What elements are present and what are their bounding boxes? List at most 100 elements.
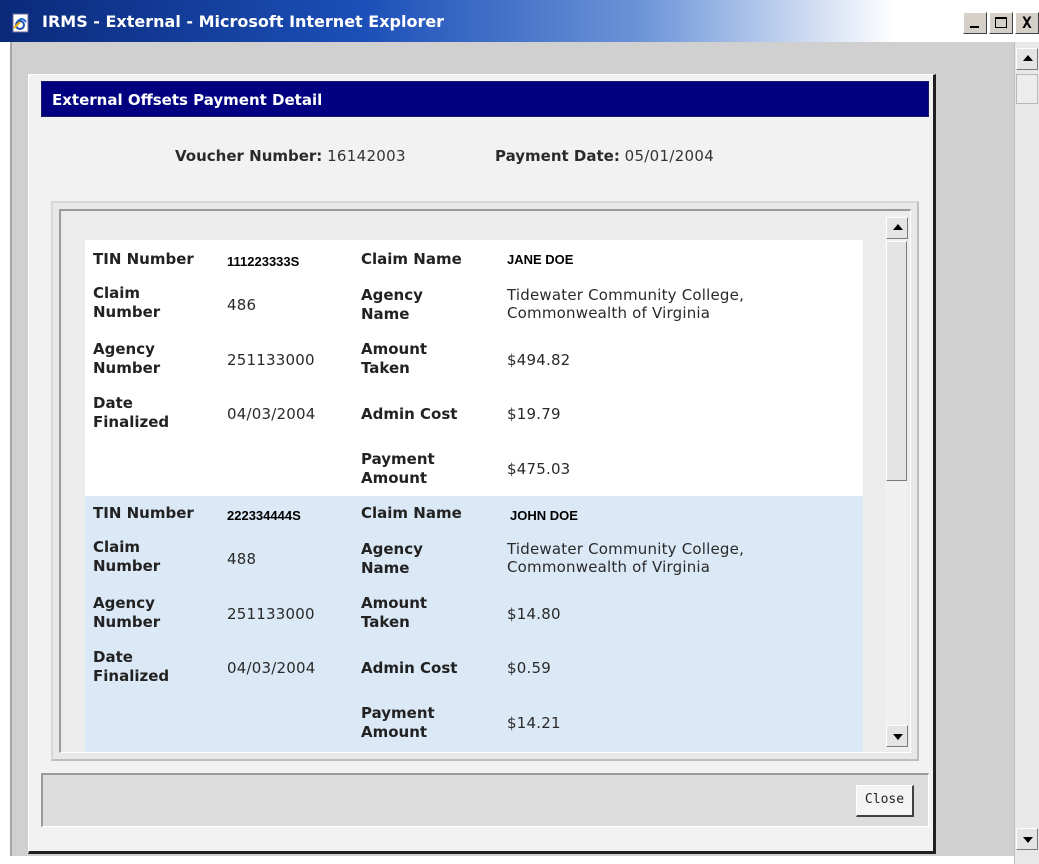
date-finalized-label-line1: Date bbox=[93, 394, 133, 412]
close-window-button[interactable]: X bbox=[1015, 12, 1039, 34]
agency-name-label-line1: Agency bbox=[361, 286, 423, 304]
date-finalized-value: 04/03/2004 bbox=[227, 405, 316, 423]
date-finalized-label-line2: Finalized bbox=[93, 667, 170, 685]
agency-name-line2: Commonwealth of Virginia bbox=[507, 304, 711, 322]
agency-number-value: 251133000 bbox=[227, 605, 315, 623]
scroll-down-arrow-icon bbox=[893, 734, 903, 740]
agency-number-label: Agency Number bbox=[93, 594, 160, 632]
date-finalized-value: 04/03/2004 bbox=[227, 659, 316, 677]
date-finalized-label-line2: Finalized bbox=[93, 413, 170, 431]
records-scroll-up-button[interactable] bbox=[886, 217, 908, 239]
dialog-button-bar: Close bbox=[41, 773, 929, 827]
dialog-header: External Offsets Payment Detail bbox=[41, 81, 929, 117]
claim-number-label: Claim Number bbox=[93, 538, 160, 576]
agency-name-line1: Tidewater Community College, bbox=[507, 540, 745, 558]
payment-detail-dialog: External Offsets Payment Detail Voucher … bbox=[28, 74, 936, 854]
record-row: TIN Number 111223333S Claim Name JANE DO… bbox=[85, 240, 863, 496]
admin-cost-value: $0.59 bbox=[507, 659, 551, 677]
agency-name-value: Tidewater Community College, Commonwealt… bbox=[507, 540, 744, 576]
agency-number-label: Agency Number bbox=[93, 340, 160, 378]
window-titlebar[interactable]: IRMS - External - Microsoft Internet Exp… bbox=[0, 0, 1039, 42]
amount-taken-label-line1: Amount bbox=[361, 594, 428, 612]
tin-label: TIN Number bbox=[93, 250, 194, 268]
claim-number-label-line1: Claim bbox=[93, 538, 141, 556]
claim-number-label: Claim Number bbox=[93, 284, 160, 322]
agency-name-line2: Commonwealth of Virginia bbox=[507, 558, 711, 576]
page-scroll-up-button[interactable] bbox=[1016, 48, 1038, 70]
agency-number-value: 251133000 bbox=[227, 351, 315, 369]
agency-number-label-line2: Number bbox=[93, 359, 161, 377]
amount-taken-label-line2: Taken bbox=[361, 359, 410, 377]
agency-name-line1: Tidewater Community College, bbox=[507, 286, 745, 304]
agency-number-label-line2: Number bbox=[93, 613, 161, 631]
agency-name-label-line2: Name bbox=[361, 305, 410, 323]
claim-name-label: Claim Name bbox=[361, 250, 462, 268]
dialog-title: External Offsets Payment Detail bbox=[52, 91, 323, 109]
claim-number-value: 488 bbox=[227, 550, 257, 568]
claim-name-value: JOHN DOE bbox=[510, 508, 578, 523]
records-scroll-thumb[interactable] bbox=[886, 241, 907, 481]
claim-name-value: JANE DOE bbox=[507, 252, 574, 267]
claim-number-value: 486 bbox=[227, 296, 257, 314]
page-scroll-down-button[interactable] bbox=[1016, 828, 1038, 850]
payment-amount-label: Payment Amount bbox=[361, 704, 435, 742]
payment-amount-label-line1: Payment bbox=[361, 704, 435, 722]
window-controls: X bbox=[961, 12, 1039, 34]
payment-amount-value: $14.21 bbox=[507, 714, 561, 732]
amount-taken-label: Amount Taken bbox=[361, 594, 427, 632]
claim-number-label-line2: Number bbox=[93, 303, 161, 321]
voucher-number-label: Voucher Number: bbox=[175, 147, 323, 165]
page-scrollbar[interactable] bbox=[1014, 42, 1039, 864]
payment-date-value: 05/01/2004 bbox=[624, 147, 715, 165]
agency-number-label-line1: Agency bbox=[93, 340, 155, 358]
maximize-button[interactable] bbox=[989, 12, 1013, 34]
ie-page-icon bbox=[12, 13, 29, 33]
admin-cost-value: $19.79 bbox=[507, 405, 561, 423]
claim-number-label-line2: Number bbox=[93, 557, 161, 575]
amount-taken-label: Amount Taken bbox=[361, 340, 427, 378]
amount-taken-label-line1: Amount bbox=[361, 340, 428, 358]
tin-label: TIN Number bbox=[93, 504, 194, 522]
amount-taken-value: $14.80 bbox=[507, 605, 561, 623]
tin-value: 111223333S bbox=[227, 254, 300, 269]
records-scroll-area[interactable]: TIN Number 111223333S Claim Name JANE DO… bbox=[59, 209, 911, 753]
window-frame-bottom bbox=[0, 856, 1039, 864]
agency-name-label: Agency Name bbox=[361, 286, 423, 324]
payment-date-label: Payment Date: bbox=[495, 147, 620, 165]
payment-amount-label-line1: Payment bbox=[361, 450, 435, 468]
claim-number-label-line1: Claim bbox=[93, 284, 141, 302]
voucher-number-value: 16142003 bbox=[327, 147, 406, 165]
voucher-info: Voucher Number: 16142003 bbox=[175, 147, 406, 165]
payment-amount-value: $475.03 bbox=[507, 460, 571, 478]
agency-number-label-line1: Agency bbox=[93, 594, 155, 612]
admin-cost-label: Admin Cost bbox=[361, 659, 458, 677]
date-finalized-label: Date Finalized bbox=[93, 394, 169, 432]
payment-amount-label-line2: Amount bbox=[361, 723, 428, 741]
scroll-up-arrow-icon bbox=[1023, 55, 1033, 61]
record-row: TIN Number 222334444S Claim Name JOHN DO… bbox=[85, 496, 863, 752]
admin-cost-label: Admin Cost bbox=[361, 405, 458, 423]
agency-name-label-line2: Name bbox=[361, 559, 410, 577]
payment-amount-label: Payment Amount bbox=[361, 450, 435, 488]
payment-date-info: Payment Date: 05/01/2004 bbox=[495, 147, 714, 165]
window-title: IRMS - External - Microsoft Internet Exp… bbox=[42, 12, 445, 31]
page-scroll-thumb[interactable] bbox=[1016, 74, 1038, 104]
minimize-button[interactable] bbox=[963, 12, 987, 34]
date-finalized-label: Date Finalized bbox=[93, 648, 169, 686]
minimize-icon bbox=[970, 26, 979, 28]
records-scroll-down-button[interactable] bbox=[886, 725, 908, 747]
close-icon: X bbox=[1022, 13, 1032, 32]
agency-name-label: Agency Name bbox=[361, 540, 423, 578]
scroll-down-arrow-icon bbox=[1023, 837, 1033, 843]
claim-name-label: Claim Name bbox=[361, 504, 462, 522]
maximize-icon bbox=[995, 17, 1007, 28]
amount-taken-label-line2: Taken bbox=[361, 613, 410, 631]
close-button[interactable]: Close bbox=[856, 785, 914, 817]
amount-taken-value: $494.82 bbox=[507, 351, 571, 369]
scroll-up-arrow-icon bbox=[893, 224, 903, 230]
records-scrollbar[interactable] bbox=[885, 215, 908, 749]
date-finalized-label-line1: Date bbox=[93, 648, 133, 666]
agency-name-value: Tidewater Community College, Commonwealt… bbox=[507, 286, 744, 322]
agency-name-label-line1: Agency bbox=[361, 540, 423, 558]
payment-amount-label-line2: Amount bbox=[361, 469, 428, 487]
